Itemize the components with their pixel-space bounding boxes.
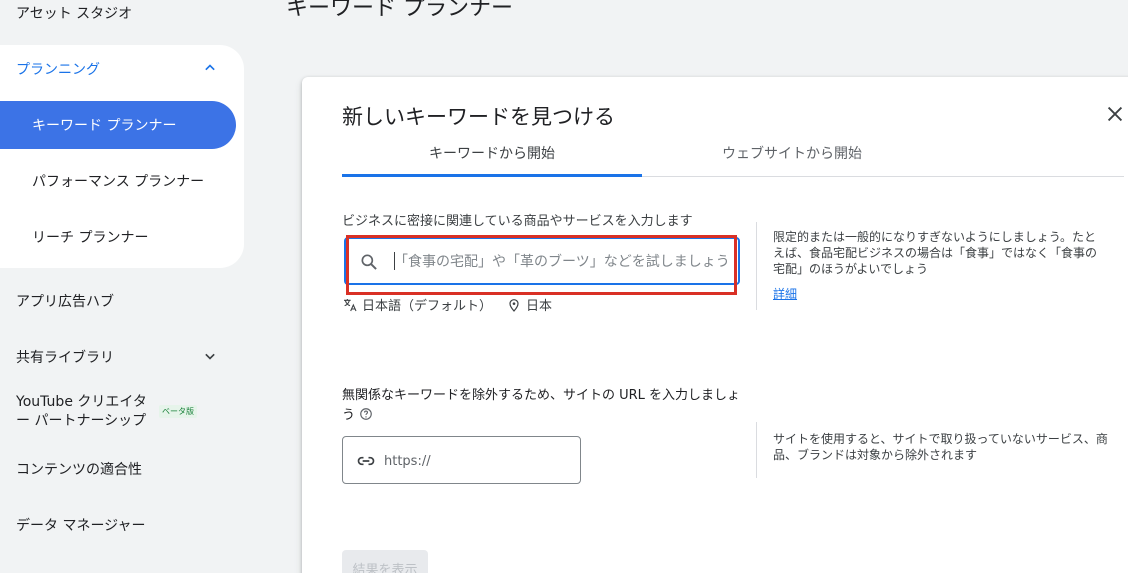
url-input-label: 無関係なキーワードを除外するため、サイトの URL を入力しましょう — [342, 386, 742, 426]
location-pin-icon[interactable] — [506, 297, 522, 313]
url-label-text: 無関係なキーワードを除外するため、サイトの URL を入力しましょう — [342, 388, 741, 423]
sidebar-item-youtube-partnership[interactable]: YouTube クリエイター パートナーシップ — [16, 393, 156, 431]
dialog-title: 新しいキーワードを見つける — [342, 105, 615, 129]
show-results-button[interactable]: 結果を表示 — [342, 550, 428, 573]
sidebar-item-keyword-planner[interactable]: キーワード プランナー — [0, 101, 236, 149]
sidebar-item-planning[interactable]: プランニング — [16, 59, 100, 79]
sidebar-item-reach-planner[interactable]: リーチ プランナー — [32, 227, 148, 247]
translate-icon[interactable] — [342, 297, 358, 313]
sidebar-item-data-manager[interactable]: データ マネージャー — [16, 515, 145, 535]
url-help-text: サイトを使用すると、サイトで取り扱っていないサービス、商品、ブランドは対象から除… — [773, 432, 1108, 462]
sidebar-item-performance-planner[interactable]: パフォーマンス プランナー — [32, 171, 204, 191]
url-field[interactable] — [342, 436, 581, 484]
tab-start-with-keywords[interactable]: キーワードから開始 — [342, 143, 642, 163]
url-input[interactable] — [384, 451, 574, 471]
tab-start-with-website[interactable]: ウェブサイトから開始 — [642, 143, 942, 163]
keyword-input-label: ビジネスに密接に関連している商品やサービスを入力します — [342, 214, 693, 229]
chevron-up-icon[interactable] — [200, 58, 220, 78]
beta-badge: ベータ版 — [159, 405, 197, 418]
chevron-down-icon[interactable] — [200, 346, 220, 366]
sidebar-item-app-hub[interactable]: アプリ広告ハブ — [16, 291, 114, 311]
tab-indicator — [342, 174, 642, 177]
location-label[interactable]: 日本 — [526, 295, 552, 314]
keyword-help-text: 限定的または一般的になりすぎないようにしましょう。たとえば、食品宅配ビジネスの場… — [773, 230, 1098, 276]
sidebar-item-shared-library[interactable]: 共有ライブラリ — [16, 347, 114, 367]
page-title: キーワード プランナー — [286, 0, 513, 21]
vertical-divider — [756, 222, 757, 310]
sidebar-item-content-suitability[interactable]: コンテンツの適合性 — [16, 459, 142, 479]
find-keywords-dialog: 新しいキーワードを見つける キーワードから開始 ウェブサイトから開始 ビジネスに… — [302, 77, 1128, 573]
highlight-box — [346, 235, 737, 295]
vertical-divider — [756, 422, 757, 478]
link-icon — [357, 456, 375, 466]
language-label[interactable]: 日本語（デフォルト） — [362, 295, 492, 314]
targeting-row: 日本語（デフォルト） 日本 — [342, 295, 552, 314]
help-icon[interactable] — [359, 407, 373, 421]
sidebar-item-label: キーワード プランナー — [32, 118, 177, 134]
close-icon[interactable] — [1104, 103, 1126, 125]
sidebar-item-asset-studio[interactable]: アセット スタジオ — [16, 3, 132, 23]
learn-more-link[interactable]: 詳細 — [773, 285, 797, 302]
sidebar: アセット スタジオ プランニング キーワード プランナー パフォーマンス プラン… — [0, 0, 260, 573]
